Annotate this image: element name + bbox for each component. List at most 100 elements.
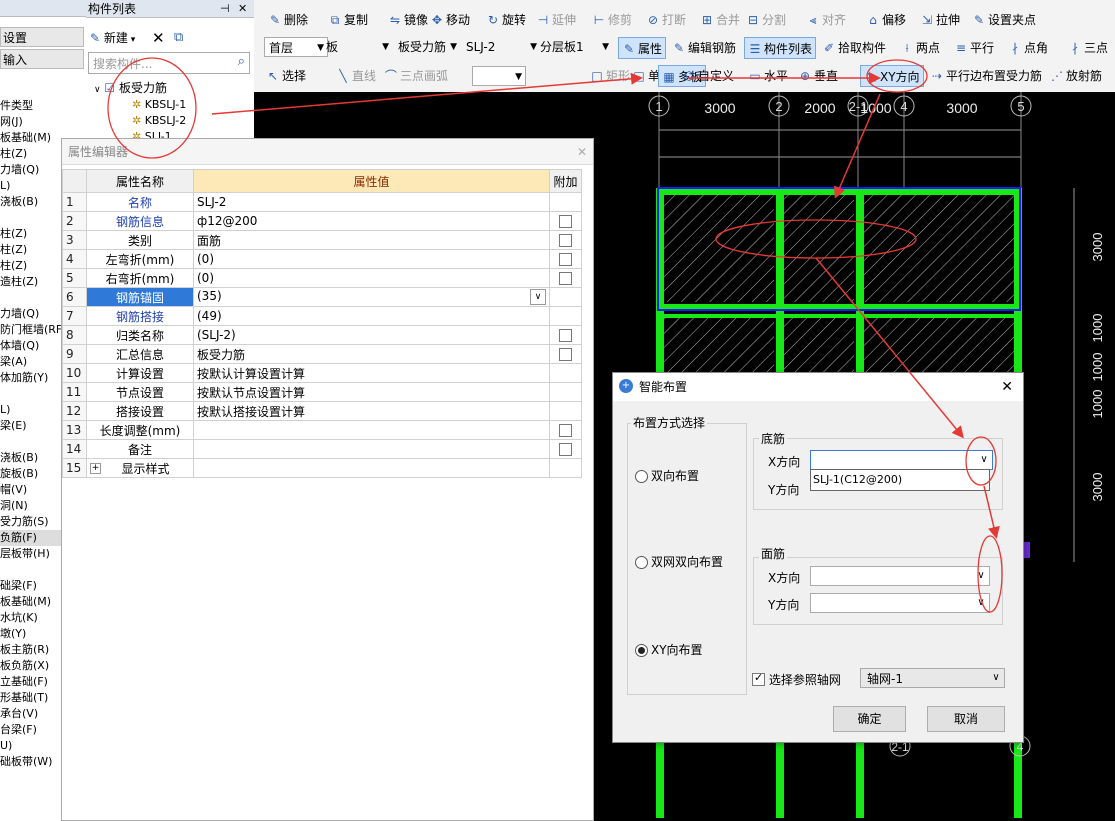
property-row[interactable]: 14 备注	[62, 439, 582, 459]
checkbox[interactable]	[559, 253, 572, 266]
top-y-combo[interactable]: ∨	[810, 593, 990, 613]
toolbar3-btn-1[interactable]: ↖ 选择	[266, 65, 306, 87]
property-value[interactable]: 面筋	[193, 230, 550, 250]
property-row[interactable]: 15 + 显示样式	[62, 458, 582, 478]
property-row[interactable]: 7 钢筋搭接 (49)	[62, 306, 582, 326]
toolbar-btn-3[interactable]: ⇋ 镜像	[388, 9, 428, 31]
pin-icon[interactable]: ⊣	[220, 0, 230, 18]
toolbar-btn-12[interactable]: ⌂ 偏移	[866, 9, 906, 31]
property-extra[interactable]	[549, 439, 582, 459]
property-row[interactable]: 3 类别 面筋	[62, 230, 582, 250]
component-type-item[interactable]: 网(J)	[0, 114, 86, 130]
ref-grid-checkbox[interactable]: ✓ 选择参照轴网	[752, 671, 841, 688]
toolbar3-btn-10[interactable]: ⤡ XY方向	[860, 65, 924, 87]
property-extra[interactable]	[549, 458, 582, 478]
property-extra[interactable]	[549, 344, 582, 364]
checkbox[interactable]	[559, 215, 572, 228]
toolbar3-btn-12[interactable]: ⋰ 放射筋	[1050, 65, 1102, 87]
search-icon[interactable]: ⌕	[238, 54, 245, 69]
property-value[interactable]	[193, 439, 550, 459]
toolbar-btn-4[interactable]: ✥ 移动	[430, 9, 470, 31]
subtype-select[interactable]: 板受力筋 ▼	[394, 37, 460, 57]
toolbar-btn-7[interactable]: ⊢ 修剪	[592, 9, 632, 31]
component-search-input[interactable]: 搜索构件... ⌕	[88, 52, 250, 74]
property-extra[interactable]	[549, 287, 582, 307]
property-extra[interactable]	[549, 268, 582, 288]
property-extra[interactable]	[549, 401, 582, 421]
property-extra[interactable]	[549, 363, 582, 383]
toolbar-btn-13[interactable]: ⇲ 拉伸	[920, 9, 960, 31]
radio-xy-direction[interactable]: XY向布置	[635, 641, 703, 658]
close-icon[interactable]: ✕	[577, 139, 587, 165]
property-value[interactable]: (SLJ-2)	[193, 325, 550, 345]
property-extra[interactable]	[549, 306, 582, 326]
toolbar-btn-9[interactable]: ⊞ 合并	[700, 9, 740, 31]
property-value[interactable]: 按默认计算设置计算	[193, 363, 550, 383]
property-value[interactable]: (0)	[193, 249, 550, 269]
component-select[interactable]: SLJ-2 ▼	[462, 37, 540, 57]
property-row[interactable]: 2 钢筋信息 ф12@200	[62, 211, 582, 231]
property-row[interactable]: 5 右弯折(mm) (0)	[62, 268, 582, 288]
toolbar3-btn-9[interactable]: ⊕ 垂直	[798, 65, 838, 87]
toolbar2-btn-2[interactable]: ✎ 编辑钢筋	[672, 37, 736, 59]
toolbar2-btn-4[interactable]: ✐ 拾取构件	[822, 37, 886, 59]
toolbar-btn-2[interactable]: ⧉ 复制	[328, 9, 368, 31]
floor-select[interactable]: 首层 ▼	[264, 37, 328, 57]
toolbar-btn-6[interactable]: ⊣ 延伸	[536, 9, 576, 31]
property-extra[interactable]	[549, 192, 582, 212]
toolbar2-btn-3[interactable]: ☰ 构件列表	[744, 37, 817, 59]
property-row[interactable]: 9 汇总信息 板受力筋	[62, 344, 582, 364]
top-x-combo[interactable]: ∨	[810, 566, 990, 586]
copy-icon[interactable]: ⧉	[174, 28, 183, 48]
property-extra[interactable]	[549, 382, 582, 402]
chevron-down-icon[interactable]: ∨	[530, 289, 546, 305]
property-value[interactable]	[193, 458, 550, 478]
property-value[interactable]: 按默认节点设置计算	[193, 382, 550, 402]
input-button[interactable]: 输入	[0, 49, 84, 69]
property-extra[interactable]	[549, 230, 582, 250]
element-type-select[interactable]: 板 ▼	[322, 37, 392, 57]
toolbar2-btn-7[interactable]: ∤ 点角	[1008, 37, 1048, 59]
toolbar-btn-5[interactable]: ↻ 旋转	[486, 9, 526, 31]
settings-button[interactable]: 设置	[0, 27, 84, 47]
property-extra[interactable]	[549, 420, 582, 440]
close-icon[interactable]: ✕	[238, 0, 247, 18]
toolbar-btn-1[interactable]: ✎ 删除	[268, 9, 308, 31]
checkbox[interactable]	[559, 443, 572, 456]
radio-bidirectional[interactable]: 双向布置	[635, 467, 699, 484]
checkbox[interactable]	[559, 348, 572, 361]
property-value[interactable]: (49)	[193, 306, 550, 326]
toolbar2-btn-1[interactable]: ✎ 属性	[618, 37, 667, 59]
property-value[interactable]: 板受力筋	[193, 344, 550, 364]
checkbox[interactable]	[559, 424, 572, 437]
new-component-button[interactable]: ✎ 新建 ▾	[90, 28, 135, 48]
property-value[interactable]: 按默认搭接设置计算	[193, 401, 550, 421]
property-value[interactable]	[193, 420, 550, 440]
ref-grid-select[interactable]: 轴网-1 ∨	[860, 668, 1005, 688]
toolbar-btn-11[interactable]: ⫷ 对齐	[806, 9, 846, 31]
ok-button[interactable]: 确定	[833, 706, 906, 732]
tree-item-kbslj-2[interactable]: ✲ KBSLJ-2	[132, 113, 186, 129]
radio-double-net[interactable]: 双网双向布置	[635, 553, 723, 570]
toolbar2-btn-8[interactable]: ∤ 三点	[1068, 37, 1108, 59]
toolbar3-btn-4[interactable]: □ 矩形	[590, 65, 630, 87]
layer-select[interactable]: 分层板1 ▼	[536, 37, 612, 57]
property-extra[interactable]	[549, 211, 582, 231]
property-row[interactable]: 10 计算设置 按默认计算设置计算	[62, 363, 582, 383]
toolbar2-btn-5[interactable]: ⟊ 两点	[900, 37, 940, 59]
property-value[interactable]: SLJ-2	[193, 192, 550, 212]
property-extra[interactable]	[549, 325, 582, 345]
property-value[interactable]: (0)	[193, 268, 550, 288]
bottom-x-combo[interactable]: ∨	[810, 450, 993, 470]
tree-item-kbslj-1[interactable]: ✲ KBSLJ-1	[132, 97, 186, 113]
cancel-button[interactable]: 取消	[927, 706, 1005, 732]
delete-x-icon[interactable]: ✕	[152, 28, 165, 48]
toolbar-btn-8[interactable]: ⊘ 打断	[646, 9, 686, 31]
toolbar3-btn-7[interactable]: ⌬ 自定义	[682, 65, 734, 87]
property-row[interactable]: 13 长度调整(mm)	[62, 420, 582, 440]
close-icon[interactable]: ✕	[1001, 373, 1013, 401]
toolbar-btn-10[interactable]: ⊟ 分割	[746, 9, 786, 31]
property-extra[interactable]	[549, 249, 582, 269]
checkbox[interactable]	[559, 329, 572, 342]
toolbar3-btn-3[interactable]: ⌒ 三点画弧	[384, 65, 448, 87]
